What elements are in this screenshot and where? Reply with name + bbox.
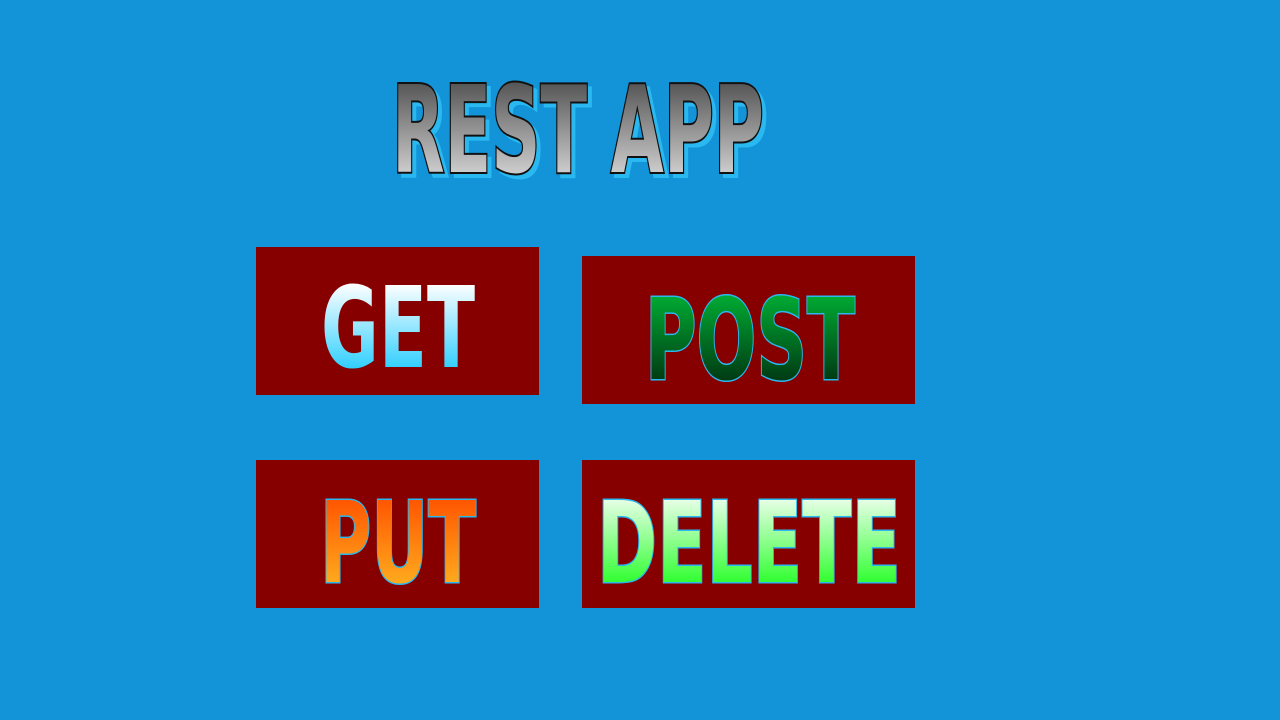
delete-button[interactable]: DELETE bbox=[582, 460, 915, 608]
app-title-text: REST APP bbox=[392, 62, 764, 188]
post-button-label: POST bbox=[645, 276, 855, 404]
app-title: REST APP REST APP bbox=[386, 58, 786, 188]
post-button[interactable]: POST bbox=[582, 256, 915, 404]
put-button[interactable]: PUT bbox=[256, 460, 539, 608]
get-button-label: GET bbox=[321, 264, 475, 394]
get-button[interactable]: GET bbox=[256, 247, 539, 395]
delete-button-label: DELETE bbox=[597, 479, 901, 608]
put-button-label: PUT bbox=[320, 479, 476, 608]
